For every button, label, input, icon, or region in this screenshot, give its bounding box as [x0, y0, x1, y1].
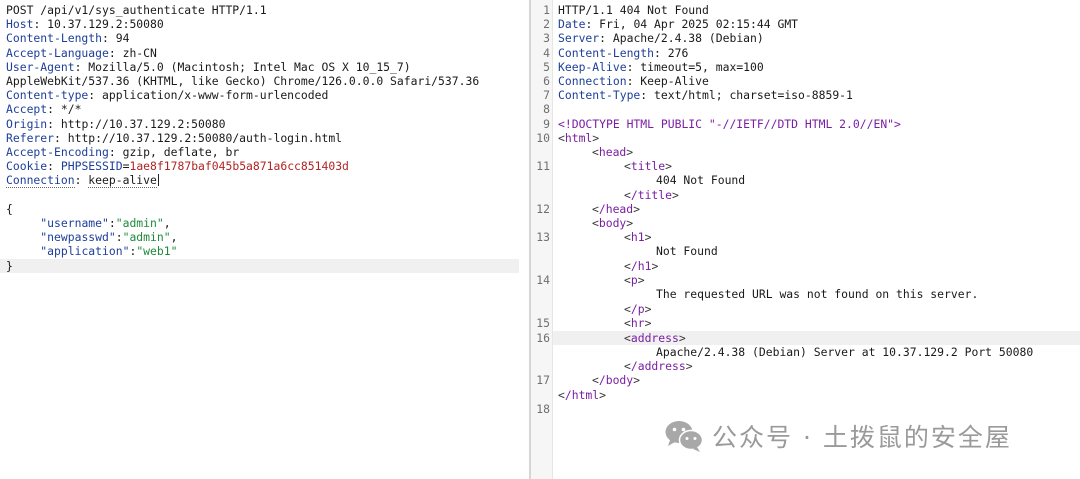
- line-number: 3: [543, 31, 550, 45]
- p-close-tag: </p>: [624, 302, 652, 316]
- resp-header-content-length: Content-Length: 276: [558, 46, 689, 60]
- line-number: 1: [543, 3, 550, 17]
- header-accept: Accept: */*: [6, 102, 82, 116]
- h1-text: Not Found: [656, 244, 718, 258]
- title-open-tag: <title>: [624, 159, 673, 173]
- h1-open-tag: <h1>: [624, 230, 652, 244]
- line-number: 6: [543, 74, 550, 88]
- request-pane[interactable]: POST /api/v1/sys_authenticate HTTP/1.1 H…: [0, 0, 529, 479]
- header-user-agent-cont: AppleWebKit/537.36 (KHTML, like Gecko) C…: [6, 74, 480, 88]
- body-open-tag: <body>: [592, 216, 634, 230]
- address-close-tag: </address>: [624, 359, 693, 373]
- line-number: 8: [543, 102, 550, 116]
- p-text: The requested URL was not found on this …: [656, 287, 979, 301]
- header-connection: Connection: keep-alive: [6, 173, 159, 188]
- header-content-type: Content-type: application/x-www-form-url…: [6, 88, 329, 102]
- doctype: <!DOCTYPE HTML PUBLIC "-//IETF//DTD HTML…: [558, 117, 901, 131]
- json-close-brace: }: [6, 259, 13, 273]
- header-accept-language: Accept-Language: zh-CN: [6, 46, 157, 60]
- json-field-username: "username":"admin",: [40, 216, 171, 230]
- line-number: 18: [536, 402, 550, 416]
- line-number: 12: [536, 202, 550, 216]
- line-number: 5: [543, 60, 550, 74]
- json-field-application: "application":"web1": [40, 244, 178, 258]
- header-content-length: Content-Length: 94: [6, 31, 130, 45]
- resp-header-content-type: Content-Type: text/html; charset=iso-885…: [558, 88, 853, 102]
- line-number: 16: [536, 331, 550, 345]
- address-text: Apache/2.4.38 (Debian) Server at 10.37.1…: [656, 345, 1034, 359]
- json-field-newpasswd: "newpasswd":"admin",: [40, 230, 178, 244]
- current-line-highlight: [0, 259, 519, 274]
- header-host: Host: 10.37.129.2:50080: [6, 17, 164, 31]
- line-number: 2: [543, 17, 550, 31]
- html-close-tag: </html>: [558, 388, 607, 402]
- line-number: 17: [536, 373, 550, 387]
- h1-close-tag: </h1>: [624, 259, 659, 273]
- resp-header-connection: Connection: Keep-Alive: [558, 74, 709, 88]
- head-open-tag: <head>: [592, 145, 634, 159]
- head-close-tag: </head>: [592, 202, 641, 216]
- resp-header-date: Date: Fri, 04 Apr 2025 02:15:44 GMT: [558, 17, 799, 31]
- line-number: 13: [536, 230, 550, 244]
- title-text: 404 Not Found: [656, 173, 746, 187]
- address-open-tag: <address>: [624, 331, 686, 345]
- line-number: 9: [543, 117, 550, 131]
- header-user-agent: User-Agent: Mozilla/5.0 (Macintosh; Inte…: [6, 60, 411, 74]
- status-line: HTTP/1.1 404 Not Found: [558, 3, 709, 17]
- watermark: 公众号 · 土拨鼠的安全屋: [664, 418, 1012, 454]
- response-pane[interactable]: 1 2 3 4 5 6 7 8 9 10 11 12 13 14 15 16 1…: [531, 0, 1080, 479]
- watermark-text: 公众号 · 土拨鼠的安全屋: [712, 423, 1012, 452]
- json-open-brace: {: [6, 202, 13, 216]
- line-number: 10: [536, 131, 550, 145]
- line-number: 7: [543, 88, 550, 102]
- text-cursor: [157, 174, 159, 186]
- line-number: 15: [536, 316, 550, 330]
- resp-header-keep-alive: Keep-Alive: timeout=5, max=100: [558, 60, 764, 74]
- line-number: 14: [536, 273, 550, 287]
- hr-tag: <hr>: [624, 316, 652, 330]
- wechat-icon: [665, 421, 704, 452]
- p-open-tag: <p>: [624, 273, 645, 287]
- line-number: 11: [536, 159, 550, 173]
- body-close-tag: </body>: [592, 373, 641, 387]
- title-close-tag: </title>: [624, 188, 679, 202]
- header-cookie: Cookie: PHPSESSID=1ae8f1787baf045b5a871a…: [6, 159, 349, 173]
- request-line: POST /api/v1/sys_authenticate HTTP/1.1: [6, 3, 267, 17]
- header-referer: Referer: http://10.37.129.2:50080/auth-l…: [6, 131, 343, 145]
- html-open-tag: <html>: [558, 131, 600, 145]
- header-origin: Origin: http://10.37.129.2:50080: [6, 117, 226, 131]
- line-number: 4: [543, 46, 550, 60]
- header-accept-encoding: Accept-Encoding: gzip, deflate, br: [6, 145, 240, 159]
- resp-header-server: Server: Apache/2.4.38 (Debian): [558, 31, 764, 45]
